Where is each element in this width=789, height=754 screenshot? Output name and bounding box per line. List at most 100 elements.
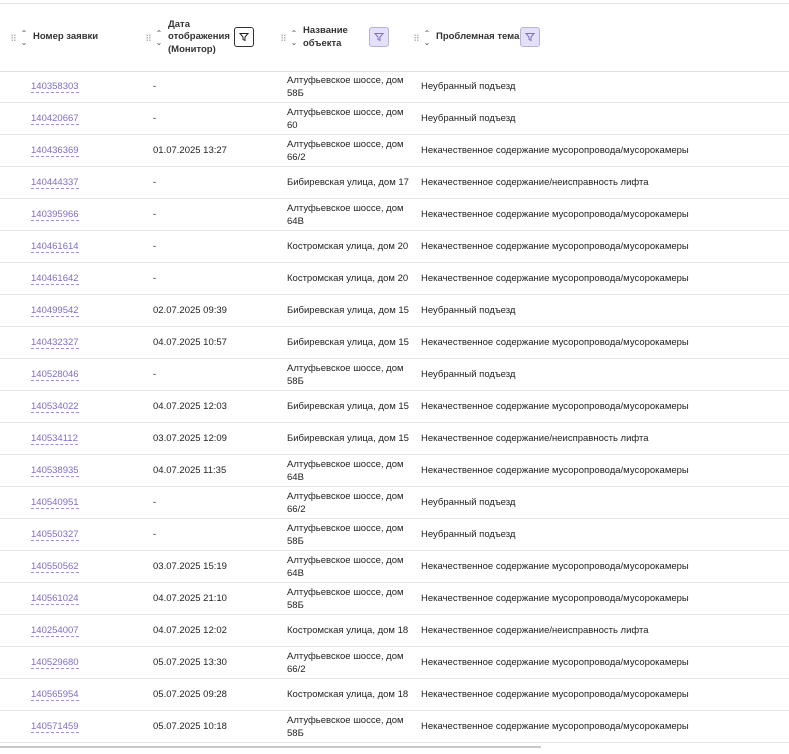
request-number-cell: 140561024: [31, 583, 79, 614]
problem-topic-cell: Некачественное содержание мусоропровода/…: [421, 145, 689, 156]
request-number-link[interactable]: 140432327: [31, 337, 79, 349]
display-date-cell: -: [153, 529, 157, 540]
sort-icon[interactable]: ⌃ ⌄: [289, 29, 299, 47]
table-row[interactable]: 140436369 01.07.2025 13:27 Алтуфьевское шо…: [0, 135, 789, 167]
request-number-cell: 140254007: [31, 615, 79, 646]
table-row[interactable]: 140550562 03.07.2025 15:19 Алтуфьевское шо…: [0, 551, 789, 583]
table-row[interactable]: 140534112 03.07.2025 12:09 Бибиревская ули…: [0, 423, 789, 455]
column-header-object-name[interactable]: ⌃ ⌄ Название объекта: [281, 4, 363, 71]
table-row[interactable]: 140358303 - Алтуфьевское шоссе, дом 58Б Неу…: [0, 71, 789, 103]
problem-topic-cell: Некачественное содержание мусоропровода/…: [421, 209, 689, 220]
sort-icon[interactable]: ⌃ ⌄: [422, 29, 432, 47]
request-number-cell: 140534022: [31, 391, 79, 422]
column-header-display-date[interactable]: ⌃ ⌄ Дата отображения (Монитор): [146, 4, 232, 71]
display-date-cell: 05.07.2025 10:18: [153, 721, 227, 732]
request-number-link[interactable]: 140254007: [31, 625, 79, 637]
request-number-link[interactable]: 140565954: [31, 689, 79, 701]
request-number-link[interactable]: 140550327: [31, 529, 79, 541]
request-number-link[interactable]: 140540951: [31, 497, 79, 509]
problem-topic-cell: Некачественное содержание мусоропровода/…: [421, 657, 689, 668]
object-name-cell: Алтуфьевское шоссе, дом 58Б: [287, 586, 404, 611]
table-row[interactable]: 140529680 05.07.2025 13:30 Алтуфьевское шо…: [0, 647, 789, 679]
drag-handle-icon[interactable]: [414, 33, 419, 42]
display-date-cell: 03.07.2025 15:19: [153, 561, 227, 572]
horizontal-scrollbar[interactable]: [0, 746, 541, 748]
request-number-cell: 140461614: [31, 231, 79, 262]
object-name-cell: Алтуфьевское шоссе, дом 58Б: [287, 74, 404, 99]
display-date-cell: -: [153, 209, 157, 220]
request-number-cell: 140571459: [31, 711, 79, 742]
sort-icon[interactable]: ⌃ ⌄: [19, 29, 29, 47]
filter-icon: [239, 33, 249, 42]
problem-topic-cell: Некачественное содержание мусоропровода/…: [421, 721, 689, 732]
table-row[interactable]: 140444337 - Бибиревская улица, дом 17 Некач…: [0, 167, 789, 199]
object-name-cell: Алтуфьевское шоссе, дом 58Б: [287, 522, 404, 547]
display-date-cell: 02.07.2025 09:39: [153, 305, 227, 316]
display-date-cell: 04.07.2025 10:57: [153, 337, 227, 348]
problem-topic-cell: Некачественное содержание мусоропровода/…: [421, 561, 689, 572]
object-name-cell: Бибиревская улица, дом 15: [287, 401, 409, 412]
request-number-link[interactable]: 140499542: [31, 305, 79, 317]
sort-icon[interactable]: ⌃ ⌄: [154, 29, 164, 47]
request-number-cell: 140550327: [31, 519, 79, 550]
request-number-link[interactable]: 140571459: [31, 721, 79, 733]
table-row[interactable]: 140254007 04.07.2025 12:02 Костромская ули…: [0, 615, 789, 647]
object-name-cell: Костромская улица, дом 20: [287, 273, 409, 284]
request-number-cell: 140395966: [31, 199, 79, 230]
object-name-cell: Алтуфьевское шоссе, дом 58Б: [287, 362, 404, 387]
request-number-link[interactable]: 140528046: [31, 369, 79, 381]
table-row[interactable]: 140565954 05.07.2025 09:28 Костромская ули…: [0, 679, 789, 711]
request-number-link[interactable]: 140561024: [31, 593, 79, 605]
request-number-link[interactable]: 140420667: [31, 113, 79, 125]
drag-handle-icon[interactable]: [11, 33, 16, 42]
request-number-cell: 140358303: [31, 71, 79, 102]
object-name-cell: Алтуфьевское шоссе, дом 60: [287, 106, 404, 131]
table-row[interactable]: 140550327 - Алтуфьевское шоссе, дом 58Б Неу…: [0, 519, 789, 551]
request-number-cell: 140529680: [31, 647, 79, 678]
object-name-cell: Алтуфьевское шоссе, дом 66/2: [287, 138, 404, 163]
table-row[interactable]: 140561024 04.07.2025 21:10 Алтуфьевское шо…: [0, 583, 789, 615]
request-number-link[interactable]: 140461642: [31, 273, 79, 285]
request-number-cell: 140550562: [31, 551, 79, 582]
table-row[interactable]: 140432327 04.07.2025 10:57 Бибиревская ули…: [0, 327, 789, 359]
table-row[interactable]: 140540951 - Алтуфьевское шоссе, дом 66/2 Не…: [0, 487, 789, 519]
request-number-link[interactable]: 140534022: [31, 401, 79, 413]
request-number-link[interactable]: 140436369: [31, 145, 79, 157]
request-number-cell: 140461642: [31, 263, 79, 294]
request-number-cell: 140565954: [31, 679, 79, 710]
problem-topic-cell: Некачественное содержание мусоропровода/…: [421, 401, 689, 412]
filter-button-display-date[interactable]: [234, 27, 254, 47]
table-row[interactable]: 140461642 - Костромская улица, дом 20 Некач…: [0, 263, 789, 295]
request-number-link[interactable]: 140529680: [31, 657, 79, 669]
display-date-cell: 03.07.2025 12:09: [153, 433, 227, 444]
request-number-link[interactable]: 140358303: [31, 81, 79, 93]
request-number-cell: 140540951: [31, 487, 79, 518]
column-header-problem-topic[interactable]: ⌃ ⌄ Проблемная тема: [414, 4, 519, 71]
table-row[interactable]: 140420667 - Алтуфьевское шоссе, дом 60 Неуб…: [0, 103, 789, 135]
table-row[interactable]: 140499542 02.07.2025 09:39 Бибиревская ули…: [0, 295, 789, 327]
filter-button-object-name[interactable]: [369, 27, 389, 47]
request-number-link[interactable]: 140534112: [31, 433, 78, 445]
object-name-cell: Алтуфьевское шоссе, дом 64В: [287, 554, 404, 579]
drag-handle-icon[interactable]: [146, 33, 151, 42]
problem-topic-cell: Неубранный подъезд: [421, 529, 516, 540]
object-name-cell: Бибиревская улица, дом 15: [287, 433, 409, 444]
table-row[interactable]: 140528046 - Алтуфьевское шоссе, дом 58Б Неу…: [0, 359, 789, 391]
request-number-link[interactable]: 140461614: [31, 241, 79, 253]
drag-handle-icon[interactable]: [281, 33, 286, 42]
column-header-request-number[interactable]: ⌃ ⌄ Номер заявки: [11, 4, 98, 71]
table-row[interactable]: 140534022 04.07.2025 12:03 Бибиревская ули…: [0, 391, 789, 423]
display-date-cell: -: [153, 81, 157, 92]
table-row[interactable]: 140461614 - Костромская улица, дом 20 Некач…: [0, 231, 789, 263]
request-number-link[interactable]: 140550562: [31, 561, 79, 573]
table-row[interactable]: 140395966 - Алтуфьевское шоссе, дом 64В Нек…: [0, 199, 789, 231]
problem-topic-cell: Некачественное содержание мусоропровода/…: [421, 273, 689, 284]
table-row[interactable]: 140538935 04.07.2025 11:35 Алтуфьевское шо…: [0, 455, 789, 487]
request-number-link[interactable]: 140538935: [31, 465, 79, 477]
request-number-link[interactable]: 140395966: [31, 209, 79, 221]
request-number-link[interactable]: 140444337: [31, 177, 79, 189]
object-name-cell: Алтуфьевское шоссе, дом 66/2: [287, 490, 404, 515]
filter-icon: [525, 33, 535, 42]
table-row[interactable]: 140571459 05.07.2025 10:18 Алтуфьевское шо…: [0, 711, 789, 743]
filter-button-problem-topic[interactable]: [520, 27, 540, 47]
